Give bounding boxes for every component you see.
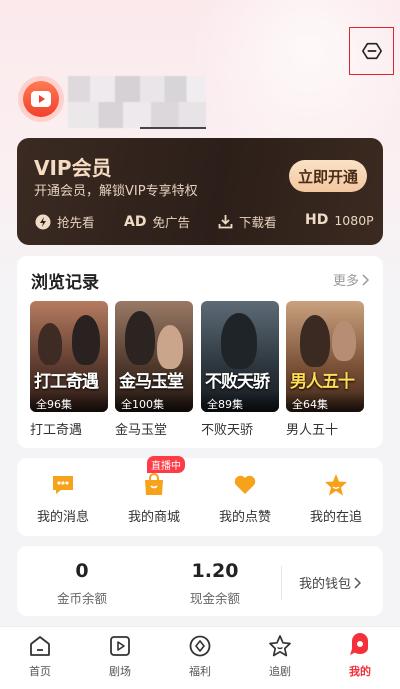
tab-label: 剧场	[109, 665, 131, 678]
coins-label: 金币余额	[56, 591, 107, 606]
wallet-link-label: 我的钱包	[299, 577, 352, 592]
home-icon	[30, 636, 50, 656]
star-icon	[325, 474, 347, 496]
poster-4[interactable]: 男人五十 全64集	[286, 301, 364, 412]
vip-open-button[interactable]: 立即开通	[289, 160, 367, 192]
history-item-name[interactable]: 男人五十	[286, 419, 338, 438]
star-outline-icon	[269, 635, 291, 657]
action-label: 我的点赞	[218, 510, 271, 525]
vip-card[interactable]: VIP会员 开通会员，解锁VIP专享特权 立即开通 抢先看 AD 免广告 下载看…	[17, 138, 383, 245]
cash-label: 现金余额	[189, 591, 240, 606]
poster-title: 打工奇遇	[34, 372, 99, 392]
tab-following[interactable]: 追剧	[250, 633, 310, 679]
action-label: 我的商城	[127, 510, 180, 525]
hexagon-minus-icon	[361, 42, 382, 60]
profile-icon	[350, 633, 368, 655]
my-likes-button[interactable]: 我的点赞	[205, 470, 285, 525]
quick-actions-card: 我的消息 我的商城 直播中 我的点赞 我的在追	[17, 456, 383, 536]
tab-theater[interactable]: 剧场	[90, 633, 150, 679]
cash-value: 1.20	[191, 560, 239, 582]
poster-title: 不败天骄	[205, 372, 270, 392]
live-badge: 直播中	[147, 456, 185, 473]
coins-balance[interactable]: 0 金币余额	[47, 560, 117, 607]
chevron-right-icon	[354, 576, 362, 589]
episode-count: 全96集	[30, 392, 108, 412]
history-item-name[interactable]: 金马玉堂	[115, 419, 167, 438]
tab-mine[interactable]: 我的	[330, 633, 390, 679]
avatar[interactable]	[18, 76, 64, 122]
tab-label: 我的	[349, 665, 371, 678]
download-icon	[218, 215, 233, 229]
coins-value: 0	[75, 560, 89, 582]
episode-count: 全64集	[286, 392, 364, 412]
hd-tag: HD	[305, 212, 329, 228]
message-icon	[53, 476, 73, 494]
action-label: 我的消息	[36, 510, 89, 525]
perk-label: 抢先看	[57, 215, 95, 230]
chevron-right-icon	[362, 273, 369, 286]
poster-title: 金马玉堂	[119, 372, 184, 392]
shopping-bag-icon	[145, 473, 163, 495]
perk-label: 1080P	[334, 212, 374, 228]
perk-label: 免广告	[152, 215, 190, 230]
history-item-name[interactable]: 不败天骄	[201, 419, 253, 438]
my-mall-button[interactable]: 我的商城	[114, 470, 194, 525]
play-avatar-icon	[31, 91, 51, 107]
wallet-divider	[281, 566, 282, 600]
vip-subtitle: 开通会员，解锁VIP专享特权	[34, 184, 198, 199]
ad-tag: AD	[124, 213, 147, 230]
perk-hd: HD 1080P	[305, 212, 374, 228]
tab-home[interactable]: 首页	[10, 633, 70, 679]
tab-welfare[interactable]: 福利	[170, 633, 230, 679]
tab-label: 福利	[189, 665, 211, 678]
cash-balance[interactable]: 1.20 现金余额	[180, 560, 250, 607]
play-square-icon	[110, 636, 130, 656]
poster-2[interactable]: 金马玉堂 全100集	[115, 301, 193, 412]
lightning-icon	[35, 214, 51, 229]
perk-download: 下载看	[218, 212, 277, 231]
gift-diamond-icon	[189, 635, 211, 657]
my-following-button[interactable]: 我的在追	[296, 470, 376, 525]
poster-title: 男人五十	[290, 372, 355, 392]
history-card: 浏览记录 更多 打工奇遇 全96集 金马玉堂 全100集 不败天骄 全89集 男…	[17, 256, 383, 448]
episode-count: 全89集	[201, 392, 279, 412]
tab-label: 追剧	[269, 665, 291, 678]
settings-button[interactable]	[349, 27, 394, 75]
username-redacted	[68, 76, 206, 128]
perk-early-access: 抢先看	[35, 212, 95, 231]
history-item-name[interactable]: 打工奇遇	[30, 419, 82, 438]
tab-label: 首页	[29, 665, 51, 678]
vip-title: VIP会员	[34, 156, 112, 180]
heart-icon	[234, 475, 256, 494]
perk-no-ads: AD 免广告	[124, 212, 190, 231]
my-messages-button[interactable]: 我的消息	[23, 470, 103, 525]
bottom-tab-bar: 首页 剧场 福利 追剧 我的	[0, 626, 400, 689]
wallet-card: 0 金币余额 1.20 现金余额 我的钱包	[17, 546, 383, 616]
vip-perks: 抢先看 AD 免广告 下载看 HD 1080P	[17, 212, 383, 234]
history-more-link[interactable]: 更多	[333, 270, 369, 289]
poster-3[interactable]: 不败天骄 全89集	[201, 301, 279, 412]
action-label: 我的在追	[309, 510, 362, 525]
poster-1[interactable]: 打工奇遇 全96集	[30, 301, 108, 412]
episode-count: 全100集	[115, 392, 193, 412]
username-underline	[140, 127, 206, 129]
perk-label: 下载看	[239, 215, 277, 230]
more-label: 更多	[332, 274, 359, 289]
my-wallet-link[interactable]: 我的钱包	[299, 573, 362, 592]
history-title: 浏览记录	[31, 273, 99, 293]
